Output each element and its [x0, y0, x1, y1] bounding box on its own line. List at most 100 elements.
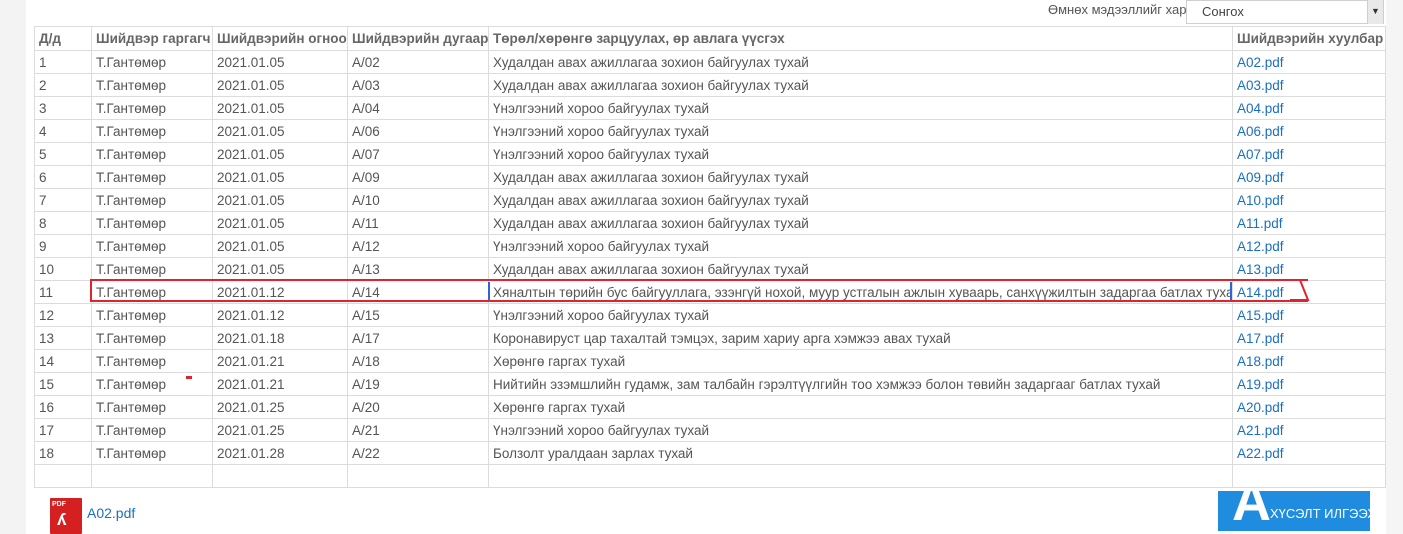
row-index: 14 [34, 349, 92, 373]
row-subject: Коронавируст цар тахалтай тэмцэх, зарим … [488, 326, 1233, 350]
row-date: 2021.01.12 [212, 303, 348, 327]
row-subject: Худалдан авах ажиллагаа зохион байгуулах… [488, 211, 1233, 235]
header-index: Д/д [34, 26, 92, 51]
row-index: 13 [34, 326, 92, 350]
pdf-icon-tag: PDF [52, 501, 66, 508]
row-file-cell: A04.pdf [1232, 96, 1386, 120]
table-row: 16 Т.Гантөмөр 2021.01.25 A/20 Хөрөнгө гаргах… [34, 395, 1386, 419]
row-date: 2021.01.21 [212, 372, 348, 396]
table-row: 18 Т.Гантөмөр 2021.01.28 A/22 Болзолт уралда… [34, 441, 1386, 465]
row-number: A/11 [347, 211, 489, 235]
pdf-link[interactable]: A06.pdf [1237, 124, 1284, 139]
row-author: Т.Гантөмөр [91, 418, 213, 442]
row-file-cell: A21.pdf [1232, 418, 1386, 442]
pdf-file-icon: PDF ʎ [50, 498, 82, 534]
row-number: A/10 [347, 188, 489, 212]
row-date: 2021.01.25 [212, 395, 348, 419]
table-row: 6 Т.Гантөмөр 2021.01.05 A/09 Худалдан авах а… [34, 165, 1386, 189]
pdf-link[interactable]: A03.pdf [1237, 78, 1284, 93]
history-select-value: Сонгох [1202, 4, 1244, 19]
text-caret [1230, 282, 1232, 300]
row-number: A/07 [347, 142, 489, 166]
pdf-link[interactable]: A15.pdf [1237, 308, 1284, 323]
row-file-cell: A15.pdf [1232, 303, 1386, 327]
header-author: Шийдвэр гаргагч [91, 26, 213, 51]
row-date: 2021.01.28 [212, 441, 348, 465]
table-row: 9 Т.Гантөмөр 2021.01.05 A/12 Үнэлгээний хоро… [34, 234, 1386, 258]
row-file-cell: A20.pdf [1232, 395, 1386, 419]
row-number: A/04 [347, 96, 489, 120]
table-row: 17 Т.Гантөмөр 2021.01.25 A/21 Үнэлгээний хор… [34, 418, 1386, 442]
row-subject: Худалдан авах ажиллагаа зохион байгуулах… [488, 50, 1233, 74]
empty-cell [34, 464, 92, 488]
pdf-link[interactable]: A09.pdf [1237, 170, 1284, 185]
header-subject: Төрөл/хөрөнгө зарцуулах, өр авлага үүсгэ… [488, 26, 1233, 51]
row-date: 2021.01.25 [212, 418, 348, 442]
row-highlight-box [90, 279, 1308, 302]
row-subject: Нийтийн эзэмшлийн гудамж, зам талбайн гэ… [488, 372, 1233, 396]
row-index: 11 [34, 280, 92, 304]
table-row: 4 Т.Гантөмөр 2021.01.05 A/06 Үнэлгээний хоро… [34, 119, 1386, 143]
submit-request-label: ХҮСЭЛТ ИЛГЭЭХ [1270, 506, 1370, 521]
row-file-cell: A07.pdf [1232, 142, 1386, 166]
row-date: 2021.01.05 [212, 96, 348, 120]
row-number: A/02 [347, 50, 489, 74]
row-highlight-tip [1290, 279, 1310, 301]
pdf-link[interactable]: A12.pdf [1237, 239, 1284, 254]
pdf-link[interactable]: A19.pdf [1237, 377, 1284, 392]
row-subject: Үнэлгээний хороо байгуулах тухай [488, 142, 1233, 166]
pdf-link[interactable]: A02.pdf [1237, 55, 1284, 70]
row-index: 9 [34, 234, 92, 258]
row-file-cell: A19.pdf [1232, 372, 1386, 396]
pdf-link[interactable]: A22.pdf [1237, 446, 1284, 461]
row-subject: Үнэлгээний хороо байгуулах тухай [488, 418, 1233, 442]
row-subject: Үнэлгээний хороо байгуулах тухай [488, 119, 1233, 143]
row-date: 2021.01.05 [212, 142, 348, 166]
empty-cell [212, 464, 348, 488]
row-author: Т.Гантөмөр [91, 395, 213, 419]
row-subject: Үнэлгээний хороо байгуулах тухай [488, 303, 1233, 327]
row-author: Т.Гантөмөр [91, 165, 213, 189]
row-subject: Худалдан авах ажиллагаа зохион байгуулах… [488, 165, 1233, 189]
table-row: 15 Т.Гантөмөр 2021.01.21 A/19 Нийтийн эзэмшл… [34, 372, 1386, 396]
pdf-link[interactable]: A17.pdf [1237, 331, 1284, 346]
row-number: A/17 [347, 326, 489, 350]
table-row: 14 Т.Гантөмөр 2021.01.21 A/18 Хөрөнгө гаргах… [34, 349, 1386, 373]
pdf-link[interactable]: A10.pdf [1237, 193, 1284, 208]
row-number: A/03 [347, 73, 489, 97]
row-date: 2021.01.18 [212, 326, 348, 350]
table-row: 13 Т.Гантөмөр 2021.01.18 A/17 Коронавируст ц… [34, 326, 1386, 350]
row-index: 15 [34, 372, 92, 396]
row-author: Т.Гантөмөр [91, 372, 213, 396]
table-header-row: Д/д Шийдвэр гаргагч Шийдвэрийн огноо Ший… [34, 26, 1386, 51]
row-subject: Худалдан авах ажиллагаа зохион байгуулах… [488, 188, 1233, 212]
pdf-link[interactable]: A07.pdf [1237, 147, 1284, 162]
pdf-link[interactable]: A21.pdf [1237, 423, 1284, 438]
row-subject: Хөрөнгө гаргах тухай [488, 349, 1233, 373]
row-number: A/22 [347, 441, 489, 465]
pdf-link[interactable]: A20.pdf [1237, 400, 1284, 415]
table-row: 10 Т.Гантөмөр 2021.01.05 A/13 Худалдан авах … [34, 257, 1386, 281]
pdf-link[interactable]: A11.pdf [1237, 216, 1283, 231]
row-author: Т.Гантөмөр [91, 303, 213, 327]
row-author: Т.Гантөмөр [91, 234, 213, 258]
annotation-mark [186, 376, 192, 379]
row-index: 17 [34, 418, 92, 442]
pdf-link[interactable]: A13.pdf [1237, 262, 1284, 277]
row-author: Т.Гантөмөр [91, 73, 213, 97]
row-subject: Үнэлгээний хороо байгуулах тухай [488, 234, 1233, 258]
row-file-cell: A22.pdf [1232, 441, 1386, 465]
row-file-cell: A03.pdf [1232, 73, 1386, 97]
chevron-down-icon[interactable]: ▼ [1367, 0, 1383, 24]
table-row: 2 Т.Гантөмөр 2021.01.05 A/03 Худалдан авах а… [34, 73, 1386, 97]
header-number: Шийдвэрийн дугаар [347, 26, 489, 51]
pdf-link[interactable]: A04.pdf [1237, 101, 1284, 116]
submit-request-button[interactable]: A ХҮСЭЛТ ИЛГЭЭХ [1218, 491, 1370, 531]
history-select[interactable]: Сонгох ▼ [1186, 0, 1384, 24]
row-file-cell: A02.pdf [1232, 50, 1386, 74]
attachment-link[interactable]: A02.pdf [87, 505, 135, 521]
page-scrollbar[interactable] [1386, 0, 1403, 534]
row-date: 2021.01.05 [212, 119, 348, 143]
pdf-link[interactable]: A18.pdf [1237, 354, 1284, 369]
header-date: Шийдвэрийн огноо [212, 26, 348, 51]
